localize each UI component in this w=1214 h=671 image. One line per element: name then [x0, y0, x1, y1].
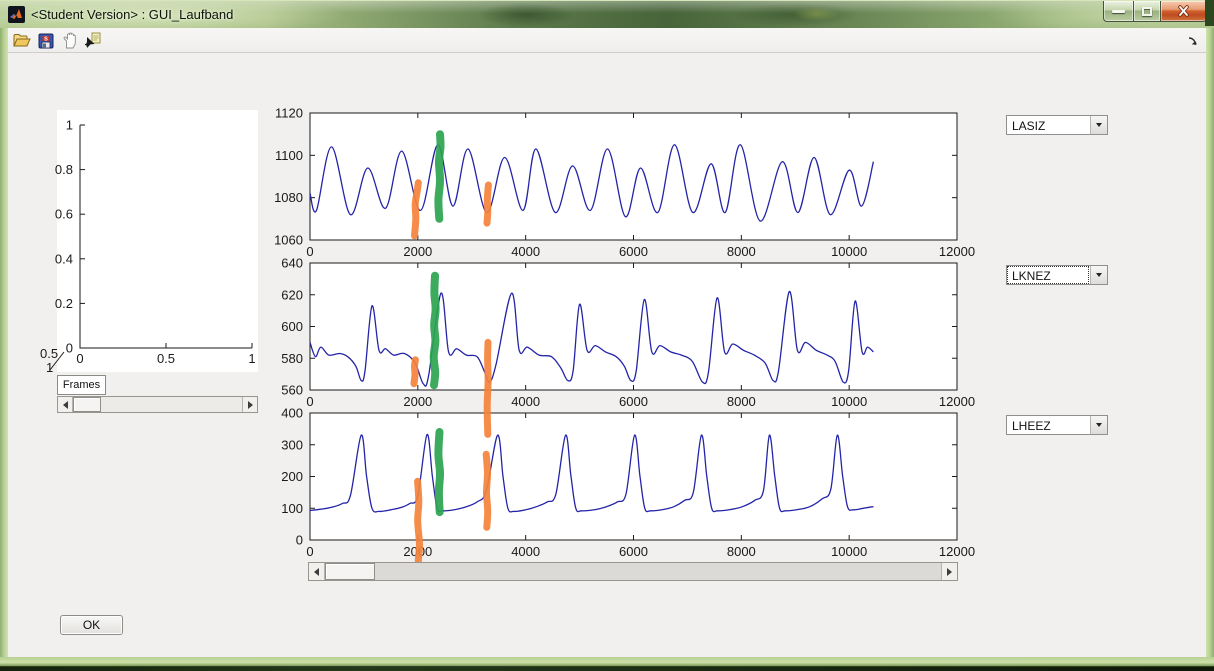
signal-dropdown-lknez[interactable]: LKNEZ [1006, 265, 1108, 285]
maximize-icon [1142, 7, 1152, 16]
ok-button-label: OK [83, 618, 100, 632]
open-folder-icon [13, 33, 31, 48]
maximize-button[interactable] [1133, 1, 1161, 22]
frames-label-text: Frames [63, 379, 100, 391]
close-icon [1176, 5, 1191, 17]
svg-text:S: S [44, 36, 48, 42]
minimize-icon [1112, 10, 1125, 13]
matlab-figure-window: <Student Version> : GUI_Laufband [0, 0, 1214, 667]
slider-right-arrow[interactable] [242, 397, 257, 412]
matlab-icon [8, 6, 25, 23]
signal-dropdown-lasiz[interactable]: LASIZ [1006, 115, 1108, 135]
save-floppy-icon: S [38, 33, 54, 49]
open-file-button[interactable] [12, 31, 32, 50]
window-border-bottom [0, 657, 1214, 667]
frames-slider-thumb[interactable] [73, 397, 101, 412]
dropdown-value: LHEEZ [1012, 419, 1051, 433]
scrollbar-left-arrow[interactable] [309, 563, 325, 580]
scrollbar-right-arrow[interactable] [941, 563, 957, 580]
titlebar-glass-shade [478, 3, 574, 27]
dropdown-button[interactable] [1090, 416, 1107, 434]
signal-dropdown-lheez[interactable]: LHEEZ [1006, 415, 1108, 435]
dock-arrow-icon [1186, 35, 1200, 49]
titlebar-glass-highlight [793, 7, 839, 21]
minimize-button[interactable] [1103, 1, 1133, 22]
ok-button[interactable]: OK [60, 615, 123, 635]
pan-hand-icon [62, 32, 78, 49]
chevron-down-icon [1096, 423, 1102, 427]
dropdown-button[interactable] [1090, 116, 1107, 134]
save-button[interactable]: S [36, 31, 56, 50]
chevron-down-icon [1096, 123, 1102, 127]
pan-button[interactable] [60, 31, 80, 50]
close-button[interactable] [1161, 1, 1207, 22]
datatip-icon [84, 32, 101, 49]
titlebar[interactable]: <Student Version> : GUI_Laufband [0, 0, 1214, 28]
window-title: <Student Version> : GUI_Laufband [31, 7, 233, 22]
plot-scrollbar[interactable] [308, 562, 958, 581]
left-triangle-icon [63, 401, 68, 409]
frames-slider[interactable] [57, 396, 258, 413]
dock-figure-arrow[interactable] [1186, 35, 1200, 49]
figure-toolbar: S [8, 28, 1206, 53]
window-border-right [1206, 28, 1214, 657]
desktop: <Student Version> : GUI_Laufband [0, 0, 1214, 671]
slider-left-arrow[interactable] [58, 397, 73, 412]
dropdown-button[interactable] [1090, 266, 1107, 284]
chevron-down-icon [1096, 273, 1102, 277]
desktop-corner [1205, 0, 1214, 26]
dropdown-value: LASIZ [1012, 119, 1045, 133]
window-border-left [0, 28, 8, 657]
frames-label: Frames [57, 375, 106, 395]
dropdown-value: LKNEZ [1012, 269, 1051, 283]
window-controls [1103, 1, 1207, 22]
left-triangle-icon [314, 568, 319, 576]
datatip-button[interactable] [82, 31, 102, 50]
plot-scrollbar-thumb[interactable] [325, 563, 375, 580]
right-triangle-icon [947, 568, 952, 576]
right-triangle-icon [248, 401, 253, 409]
